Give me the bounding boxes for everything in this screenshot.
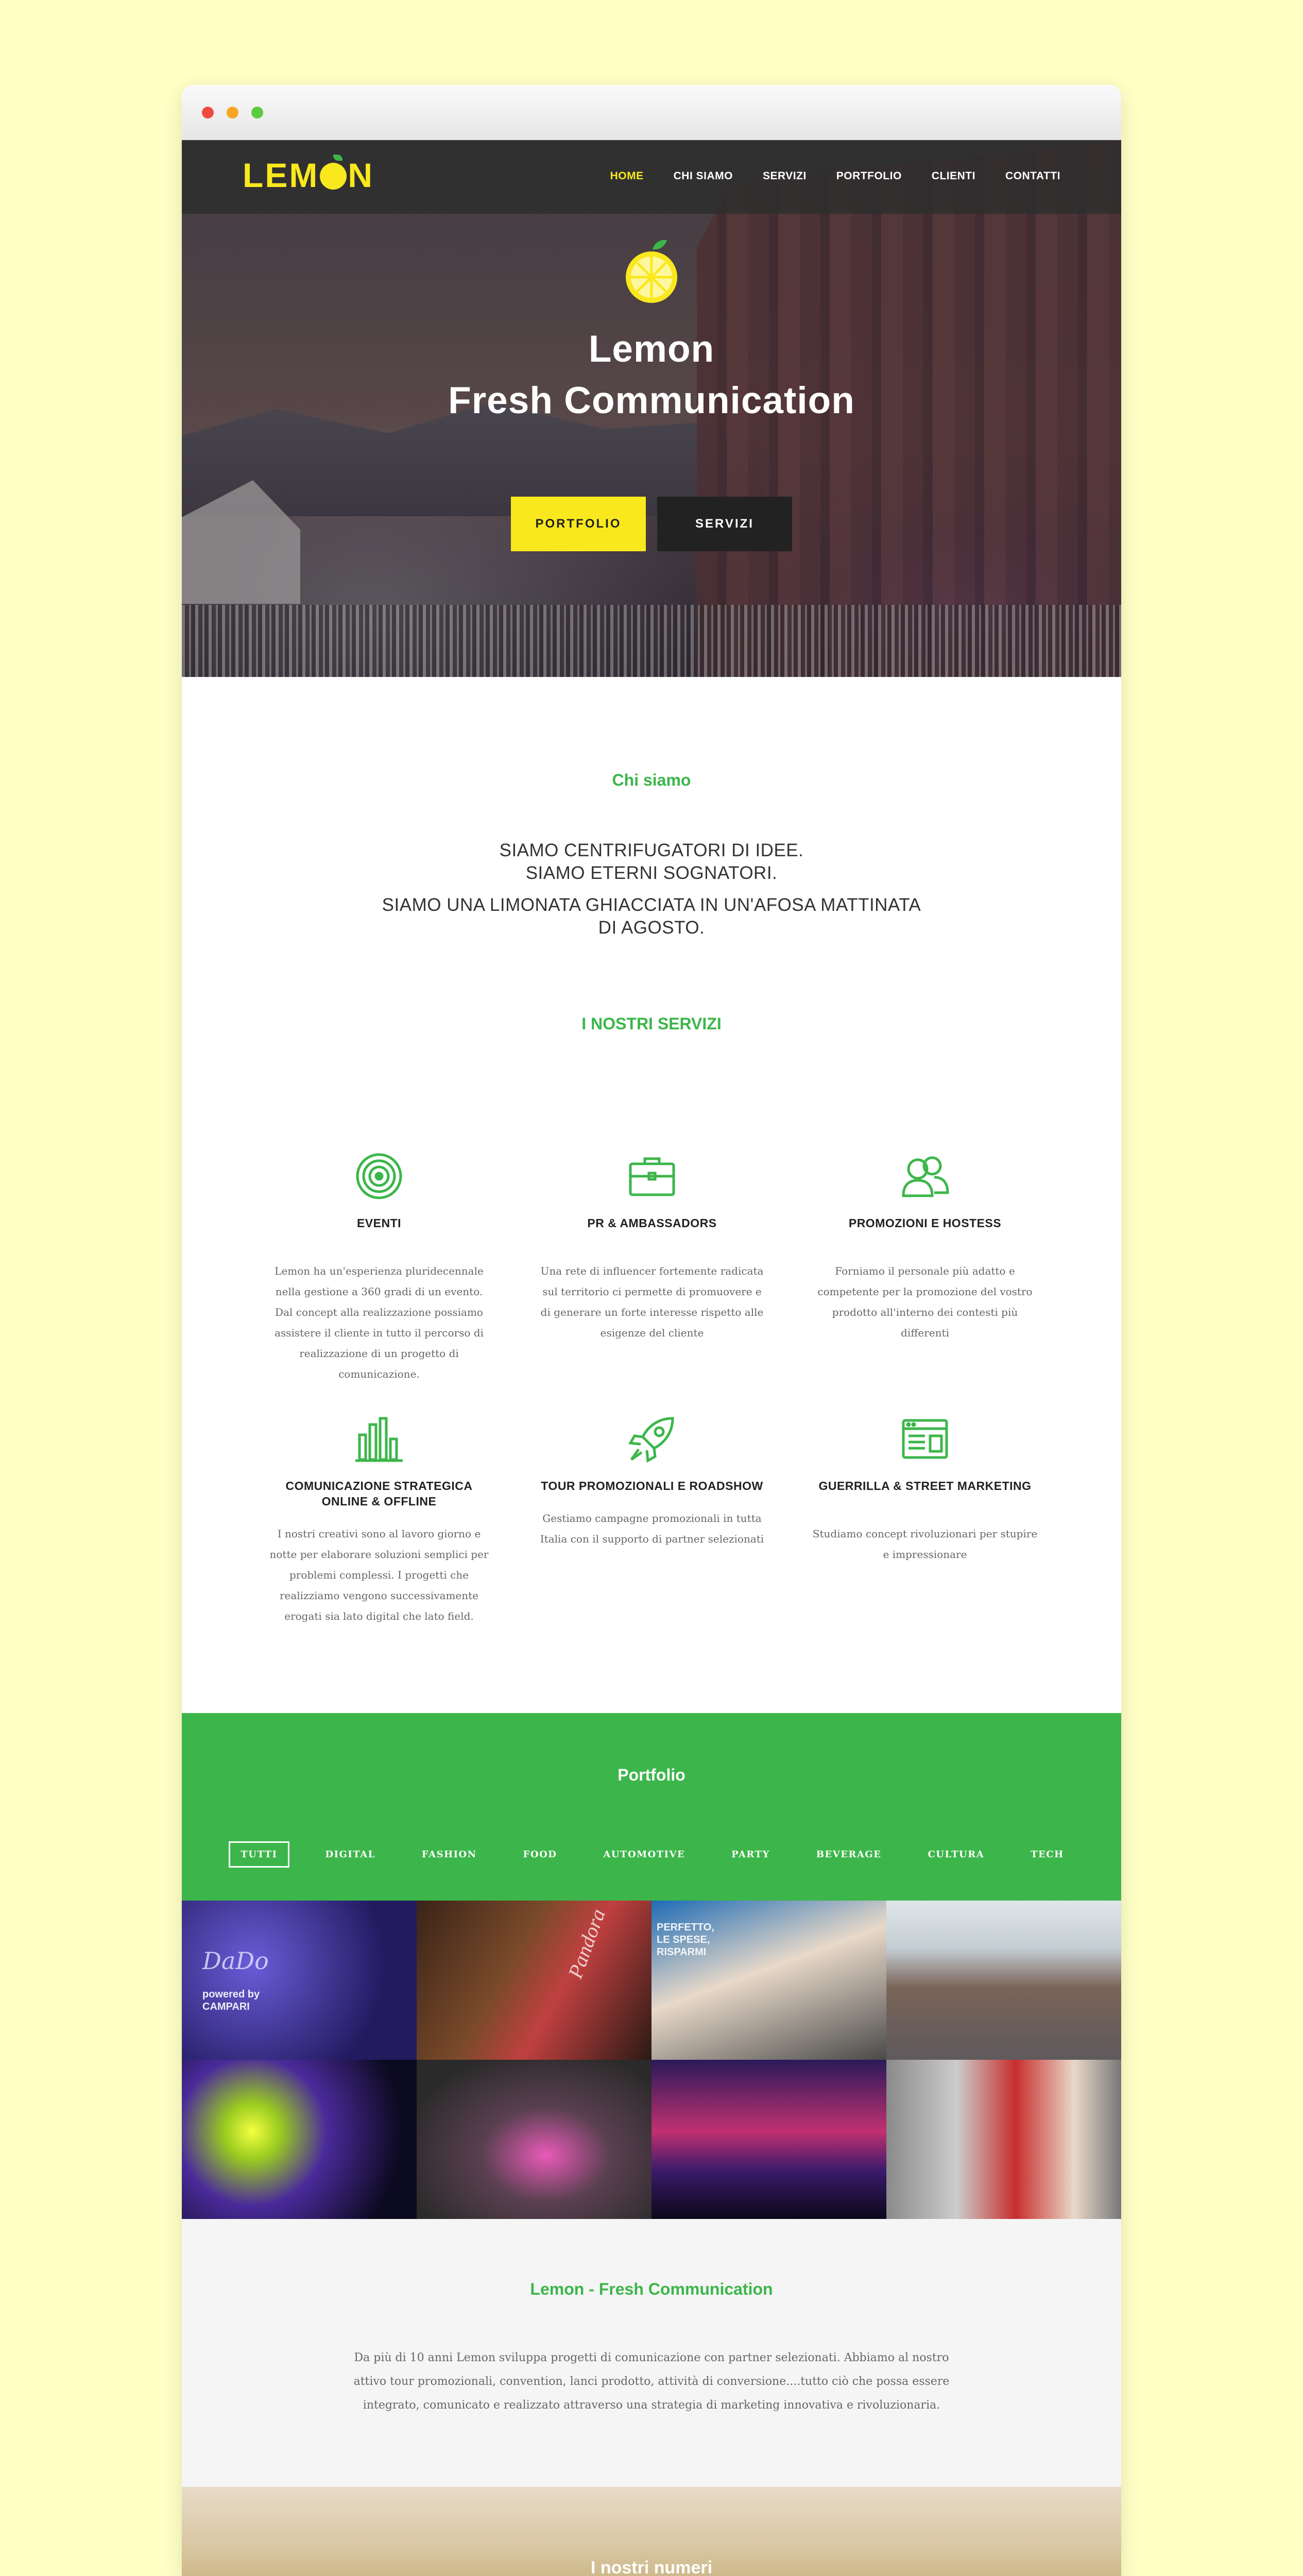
filter-automotive[interactable]: AUTOMOTIVE — [593, 1843, 695, 1866]
hero-title: Lemon Fresh Communication — [448, 328, 855, 421]
portfolio-item-drone-event[interactable] — [417, 2060, 652, 2219]
nav-servizi[interactable]: SERVIZI — [763, 170, 807, 182]
nav-home[interactable]: HOME — [610, 170, 644, 182]
intro-heading: Lemon - Fresh Communication — [530, 2280, 773, 2298]
portfolio-gallery: DaDo powered by CAMPARI Pandora PERFETTO… — [182, 1901, 1121, 2219]
browser-titlebar — [182, 85, 1121, 140]
nav-chi-siamo[interactable]: CHI SIAMO — [674, 170, 733, 182]
lemon-slice-icon — [624, 238, 679, 304]
filter-tutti[interactable]: TUTTI — [229, 1841, 289, 1868]
portfolio-button[interactable]: PORTFOLIO — [511, 497, 646, 551]
filter-fashion[interactable]: FASHION — [412, 1843, 487, 1866]
briefcase-icon — [629, 1157, 675, 1196]
filter-cultura[interactable]: CULTURA — [917, 1843, 995, 1866]
portfolio-item-palace-car[interactable] — [886, 1901, 1121, 2060]
nav-portfolio[interactable]: PORTFOLIO — [836, 170, 902, 182]
portfolio-item-nightclub[interactable]: DaDo powered by CAMPARI — [182, 1901, 417, 2060]
portfolio-item-party-lights[interactable] — [652, 2060, 886, 2219]
chi-siamo-heading: Chi siamo — [612, 771, 691, 789]
portfolio-section: Portfolio TUTTI DIGITAL FASHION FOOD AUT… — [182, 1713, 1121, 1901]
portfolio-filters: TUTTI DIGITAL FASHION FOOD AUTOMOTIVE PA… — [182, 1841, 1121, 1868]
maximize-window-button[interactable] — [251, 107, 263, 118]
nav-contatti[interactable]: CONTATTI — [1005, 170, 1060, 182]
filter-beverage[interactable]: BEVERAGE — [806, 1843, 892, 1866]
filter-food[interactable]: FOOD — [513, 1843, 568, 1866]
users-icon — [902, 1156, 949, 1197]
navbar: LEM N HOME CHI SIAMO SERVIZI PORTFOLIO CL… — [182, 140, 1121, 214]
hero-section: LEM N HOME CHI SIAMO SERVIZI PORTFOLIO CL… — [182, 140, 1121, 677]
service-promozioni-hostess: PROMOZIONI E HOSTESS Forniamo il persona… — [788, 1151, 1061, 1384]
portfolio-heading: Portfolio — [618, 1766, 685, 1784]
service-eventi: EVENTI Lemon ha un'esperienza pluridecen… — [243, 1151, 516, 1384]
about-text: SIAMO CENTRIFUGATORI DI IDEE. SIAMO ETER… — [382, 840, 921, 938]
bar-chart-icon — [355, 1417, 403, 1462]
numbers-heading: I nostri numeri — [590, 2558, 713, 2576]
hero-content: Lemon Fresh Communication PORTFOLIO SERV… — [182, 238, 1121, 551]
vinyl-icon — [356, 1153, 402, 1199]
portfolio-item-aerial-show[interactable] — [182, 2060, 417, 2219]
chi-siamo-section: Chi siamo SIAMO CENTRIFUGATORI DI IDEE. … — [182, 677, 1121, 1033]
servizi-heading: I NOSTRI SERVIZI — [581, 1014, 722, 1033]
main-nav: HOME CHI SIAMO SERVIZI PORTFOLIO CLIENTI… — [610, 170, 1060, 182]
browser-window-icon — [902, 1419, 948, 1459]
servizi-button[interactable]: SERVIZI — [657, 497, 792, 551]
portfolio-item-hostess-fan[interactable] — [886, 2060, 1121, 2219]
service-pr-ambassadors: PR & AMBASSADORS Una rete di influencer … — [516, 1151, 788, 1384]
filter-party[interactable]: PARTY — [721, 1843, 780, 1866]
service-comunicazione-strategica: COMUNICAZIONE STRATEGICA ONLINE & OFFLIN… — [243, 1414, 516, 1626]
services-grid: EVENTI Lemon ha un'esperienza pluridecen… — [243, 1151, 1061, 1384]
logo-lemon-o — [320, 155, 347, 190]
portfolio-item-pandora[interactable]: Pandora — [417, 1901, 652, 2060]
lemon-intro-section: Lemon - Fresh Communication Da più di 10… — [182, 2219, 1121, 2487]
filter-digital[interactable]: DIGITAL — [315, 1843, 386, 1866]
service-guerrilla-street: GUERRILLA & STREET MARKETING Studiamo co… — [788, 1414, 1061, 1626]
filter-tech[interactable]: TECH — [1020, 1843, 1074, 1866]
logo[interactable]: LEM N — [243, 155, 374, 195]
service-tour-promozionali: TOUR PROMOZIONALI E ROADSHOW Gestiamo ca… — [516, 1414, 788, 1626]
minimize-window-button[interactable] — [227, 107, 238, 118]
nav-clienti[interactable]: CLIENTI — [932, 170, 975, 182]
browser-window: LEM N HOME CHI SIAMO SERVIZI PORTFOLIO CL… — [182, 85, 1121, 2576]
services-grid-2: COMUNICAZIONE STRATEGICA ONLINE & OFFLIN… — [243, 1414, 1061, 1626]
close-window-button[interactable] — [202, 107, 214, 118]
portfolio-item-promo-stand[interactable]: PERFETTO, LE SPESE, RISPARMI — [652, 1901, 886, 2060]
numbers-section: I nostri numeri — [182, 2487, 1121, 2576]
rocket-icon — [628, 1417, 674, 1463]
intro-text: Da più di 10 anni Lemon sviluppa progett… — [353, 2351, 950, 2412]
